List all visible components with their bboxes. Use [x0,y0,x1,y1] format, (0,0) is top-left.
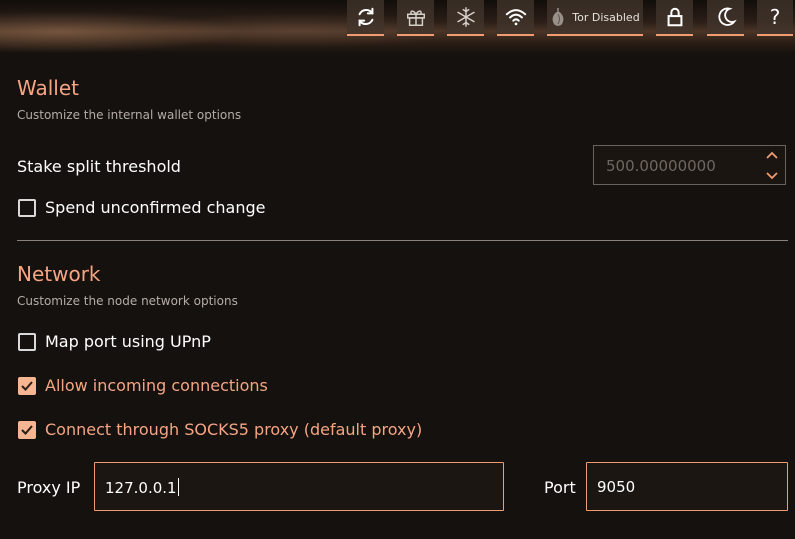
gift-icon [406,10,425,26]
network-title: Network [17,262,101,286]
gift-button[interactable] [397,0,434,36]
network-subtitle: Customize the node network options [17,294,238,308]
text-caret [177,478,179,496]
socks-proxy-label[interactable]: Connect through SOCKS5 proxy (default pr… [45,420,422,439]
wallet-subtitle: Customize the internal wallet options [17,108,242,122]
stake-split-label: Stake split threshold [17,157,181,176]
chevron-down-icon[interactable] [766,171,778,180]
spend-unconfirmed-row[interactable]: Spend unconfirmed change [18,198,265,217]
theme-button[interactable] [707,0,744,36]
port-label: Port [544,478,576,497]
socks-proxy-row[interactable]: Connect through SOCKS5 proxy (default pr… [18,420,422,439]
tor-status-label: Tor Disabled [572,10,640,24]
moon-icon [717,7,737,26]
snowflake-icon [456,7,475,27]
refresh-button[interactable] [347,0,384,36]
top-toolbar: Tor Disabled ? [0,0,795,54]
spend-unconfirmed-label[interactable]: Spend unconfirmed change [45,198,265,217]
proxy-ip-value[interactable]: 127.0.0.1 [105,479,177,497]
stake-split-value[interactable]: 500.00000000 [606,157,716,175]
tor-button[interactable]: Tor Disabled [547,0,643,36]
help-button[interactable]: ? [757,0,793,36]
proxy-ip-input[interactable]: 127.0.0.1 [94,462,504,511]
socks-proxy-checkbox[interactable] [18,420,36,439]
refresh-icon [358,7,373,27]
network-button[interactable] [497,0,534,36]
upnp-row[interactable]: Map port using UPnP [18,332,211,351]
tor-onion-icon [552,8,564,26]
incoming-connections-label[interactable]: Allow incoming connections [45,376,268,395]
chevron-up-icon[interactable] [766,151,778,160]
lock-button[interactable] [656,0,693,36]
checkmark-icon [21,424,33,435]
help-icon: ? [769,5,781,29]
checkmark-icon [21,380,33,391]
proxy-ip-label: Proxy IP [17,478,81,497]
stake-split-spinbox[interactable]: 500.00000000 [593,145,786,185]
staking-button[interactable] [447,0,484,36]
upnp-label[interactable]: Map port using UPnP [45,332,211,351]
upnp-checkbox[interactable] [18,332,36,351]
lock-icon [667,7,682,27]
spend-unconfirmed-checkbox[interactable] [18,198,36,217]
incoming-connections-checkbox[interactable] [18,376,36,395]
section-divider [17,240,788,241]
wallet-title: Wallet [17,76,80,100]
wifi-icon [505,9,526,26]
port-input[interactable]: 9050 [586,462,788,511]
port-value[interactable]: 9050 [597,478,635,496]
incoming-connections-row[interactable]: Allow incoming connections [18,376,268,395]
